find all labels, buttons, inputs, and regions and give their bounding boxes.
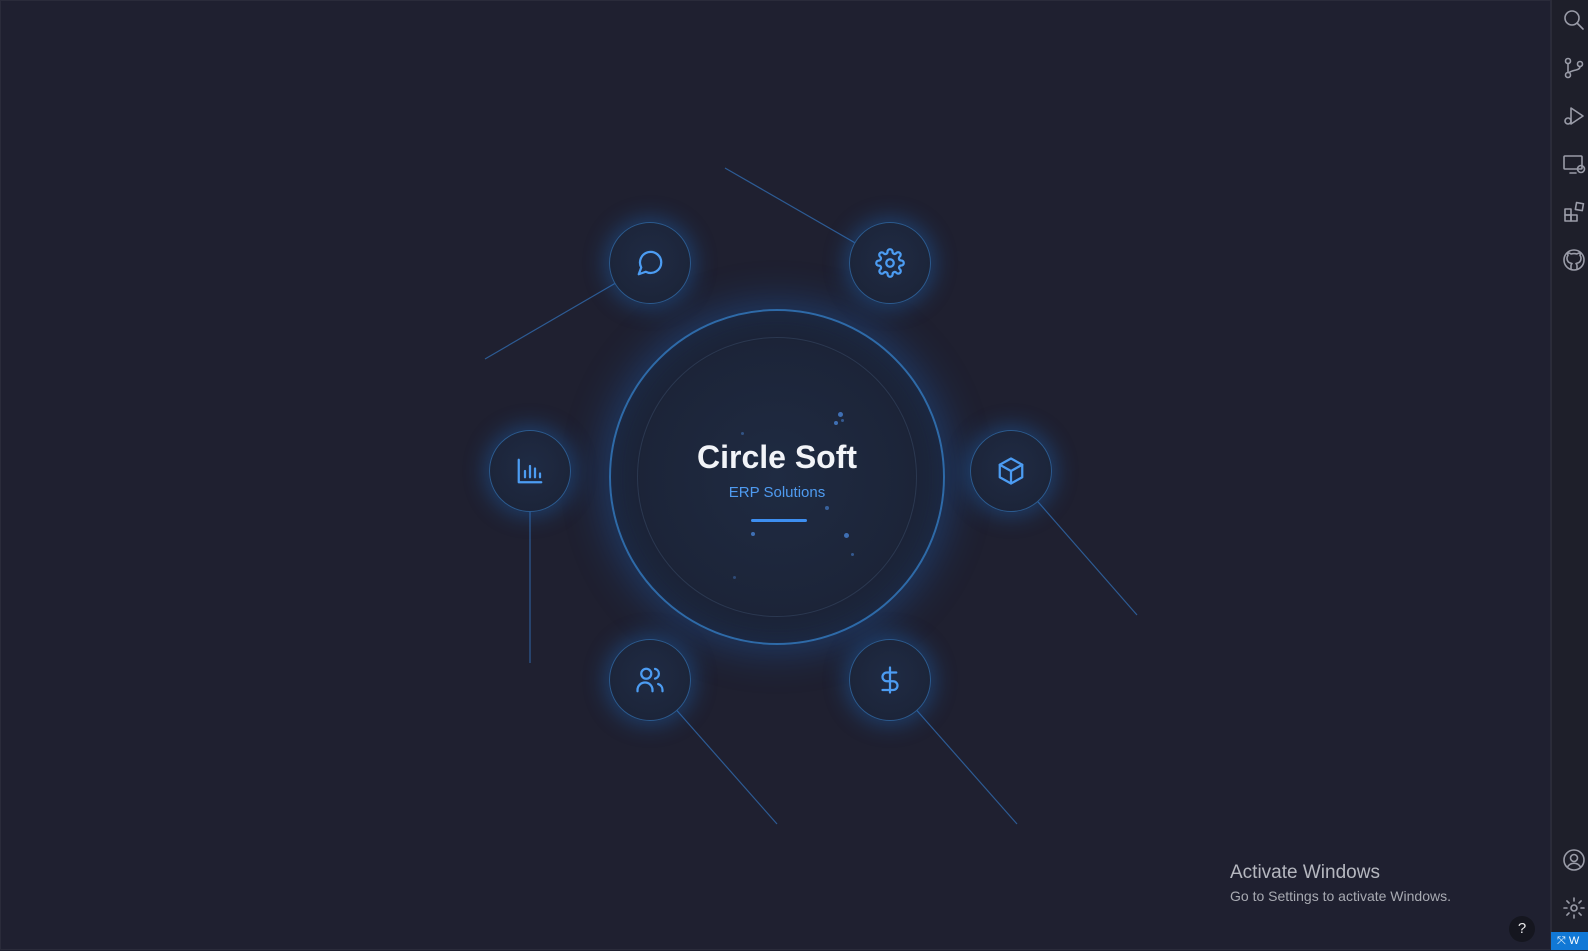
particle-dot [733,576,736,579]
extensions-icon [1564,201,1585,222]
particle-dot [825,506,829,510]
particle-dot [838,412,843,417]
cube-icon [998,457,1024,485]
activity-extensions[interactable] [1562,200,1588,226]
particle-dot [741,432,744,435]
particle-dot [751,532,755,536]
activity-manage[interactable] [1562,896,1588,922]
remote-explorer-icon [1563,155,1586,174]
remote-icon: ⤧ [1557,935,1569,947]
remote-status-item[interactable]: ⤧ W [1551,932,1588,950]
module-finance-button[interactable] [849,639,931,721]
activity-run-debug[interactable] [1562,104,1588,130]
particle-dot [844,533,849,538]
gear-icon [875,248,905,278]
activity-search[interactable] [1562,8,1588,34]
brand-hub: Circle Soft ERP Solutions [609,309,945,645]
activity-remote-explorer[interactable] [1562,152,1588,178]
activate-windows-subtitle: Go to Settings to activate Windows. [1230,888,1451,904]
module-analytics-button[interactable] [489,430,571,512]
activate-windows-title: Activate Windows [1230,862,1380,883]
run-debug-icon [1564,107,1584,125]
module-settings-button[interactable] [849,222,931,304]
activity-github[interactable] [1562,248,1588,274]
hub-inner-ring [637,337,917,617]
activity-bar [1551,0,1588,950]
help-button[interactable]: ? [1509,916,1535,942]
github-icon [1563,249,1585,271]
activity-account[interactable] [1562,848,1588,874]
dollar-icon [881,666,899,694]
module-users-button[interactable] [609,639,691,721]
search-icon [1564,10,1584,30]
particle-dot [841,419,844,422]
erp-splash-canvas: Circle Soft ERP Solutions Activate Windo… [0,0,1551,950]
module-chat-button[interactable] [609,222,691,304]
source-control-icon [1564,57,1584,79]
loading-bar [751,519,807,522]
activity-source-control[interactable] [1562,56,1588,82]
bar-chart-icon [517,458,543,484]
brand-title: Circle Soft [696,439,858,475]
chat-bubble-icon [637,250,663,276]
particle-dot [851,553,854,556]
remote-status-label: W [1568,935,1580,947]
users-icon [636,667,664,693]
module-inventory-button[interactable] [970,430,1052,512]
account-icon [1563,849,1585,871]
manage-gear-icon [1563,897,1585,919]
particle-dot [834,421,838,425]
brand-subtitle: ERP Solutions [728,484,826,501]
